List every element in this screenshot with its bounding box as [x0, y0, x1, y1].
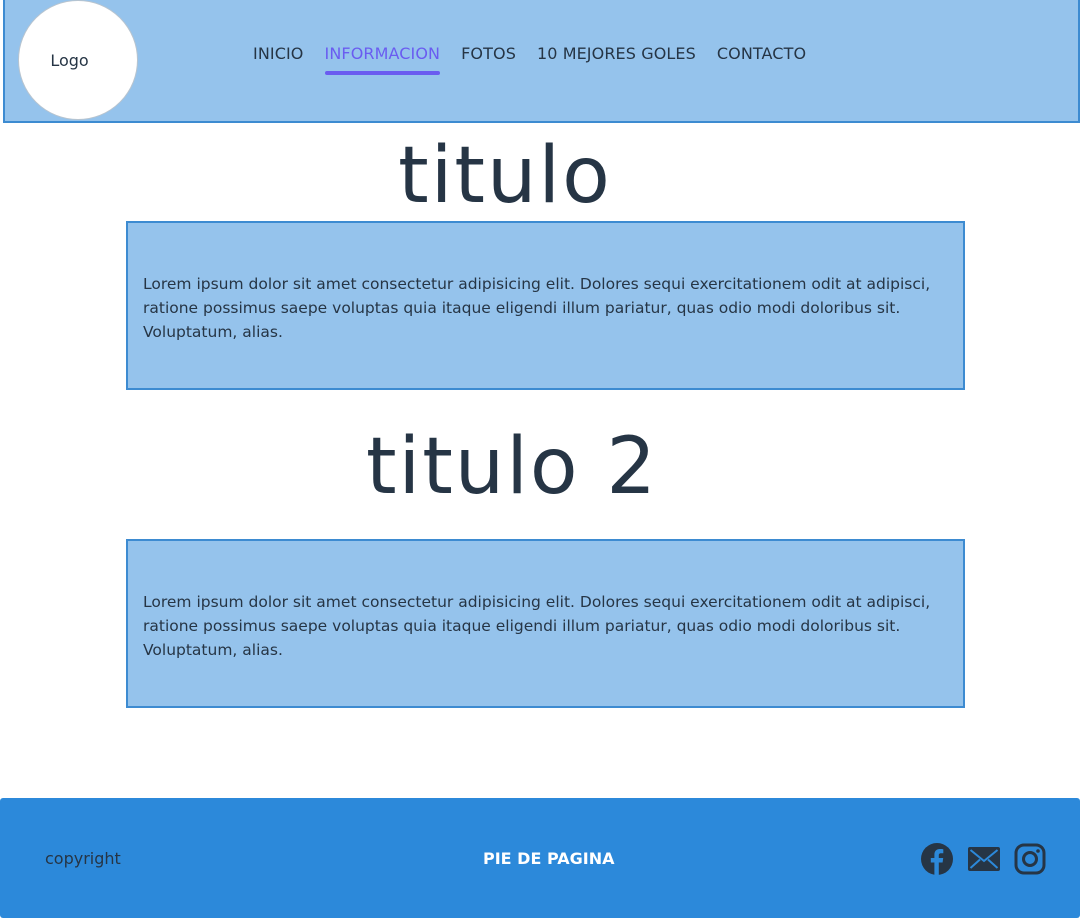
mail-icon[interactable] [967, 846, 1001, 876]
nav-item-fotos[interactable]: FOTOS [461, 44, 516, 75]
nav-item-contacto[interactable]: CONTACTO [717, 44, 806, 75]
logo[interactable]: Logo [18, 0, 138, 120]
logo-label: Logo [50, 50, 89, 70]
nav-item-inicio[interactable]: INICIO [253, 44, 304, 75]
main-nav: INICIO INFORMACION FOTOS 10 MEJORES GOLE… [253, 44, 806, 75]
footer-title: PIE DE PAGINA [483, 849, 615, 868]
social-links [920, 842, 1046, 880]
facebook-icon[interactable] [920, 842, 954, 880]
content-box: Lorem ipsum dolor sit amet consectetur a… [126, 221, 965, 390]
site-header: Logo INICIO INFORMACION FOTOS 10 MEJORES… [3, 0, 1080, 123]
content-box-2: Lorem ipsum dolor sit amet consectetur a… [126, 539, 965, 708]
section-title: titulo [398, 131, 612, 221]
site-footer: copyright PIE DE PAGINA [0, 798, 1080, 918]
content-text: Lorem ipsum dolor sit amet consectetur a… [143, 275, 931, 341]
copyright-text: copyright [45, 849, 121, 868]
instagram-icon[interactable] [1014, 843, 1046, 879]
nav-item-10-mejores-goles[interactable]: 10 MEJORES GOLES [537, 44, 696, 75]
content-text-2: Lorem ipsum dolor sit amet consectetur a… [143, 593, 931, 659]
section-title-2: titulo 2 [365, 422, 659, 512]
nav-item-informacion[interactable]: INFORMACION [324, 44, 441, 75]
